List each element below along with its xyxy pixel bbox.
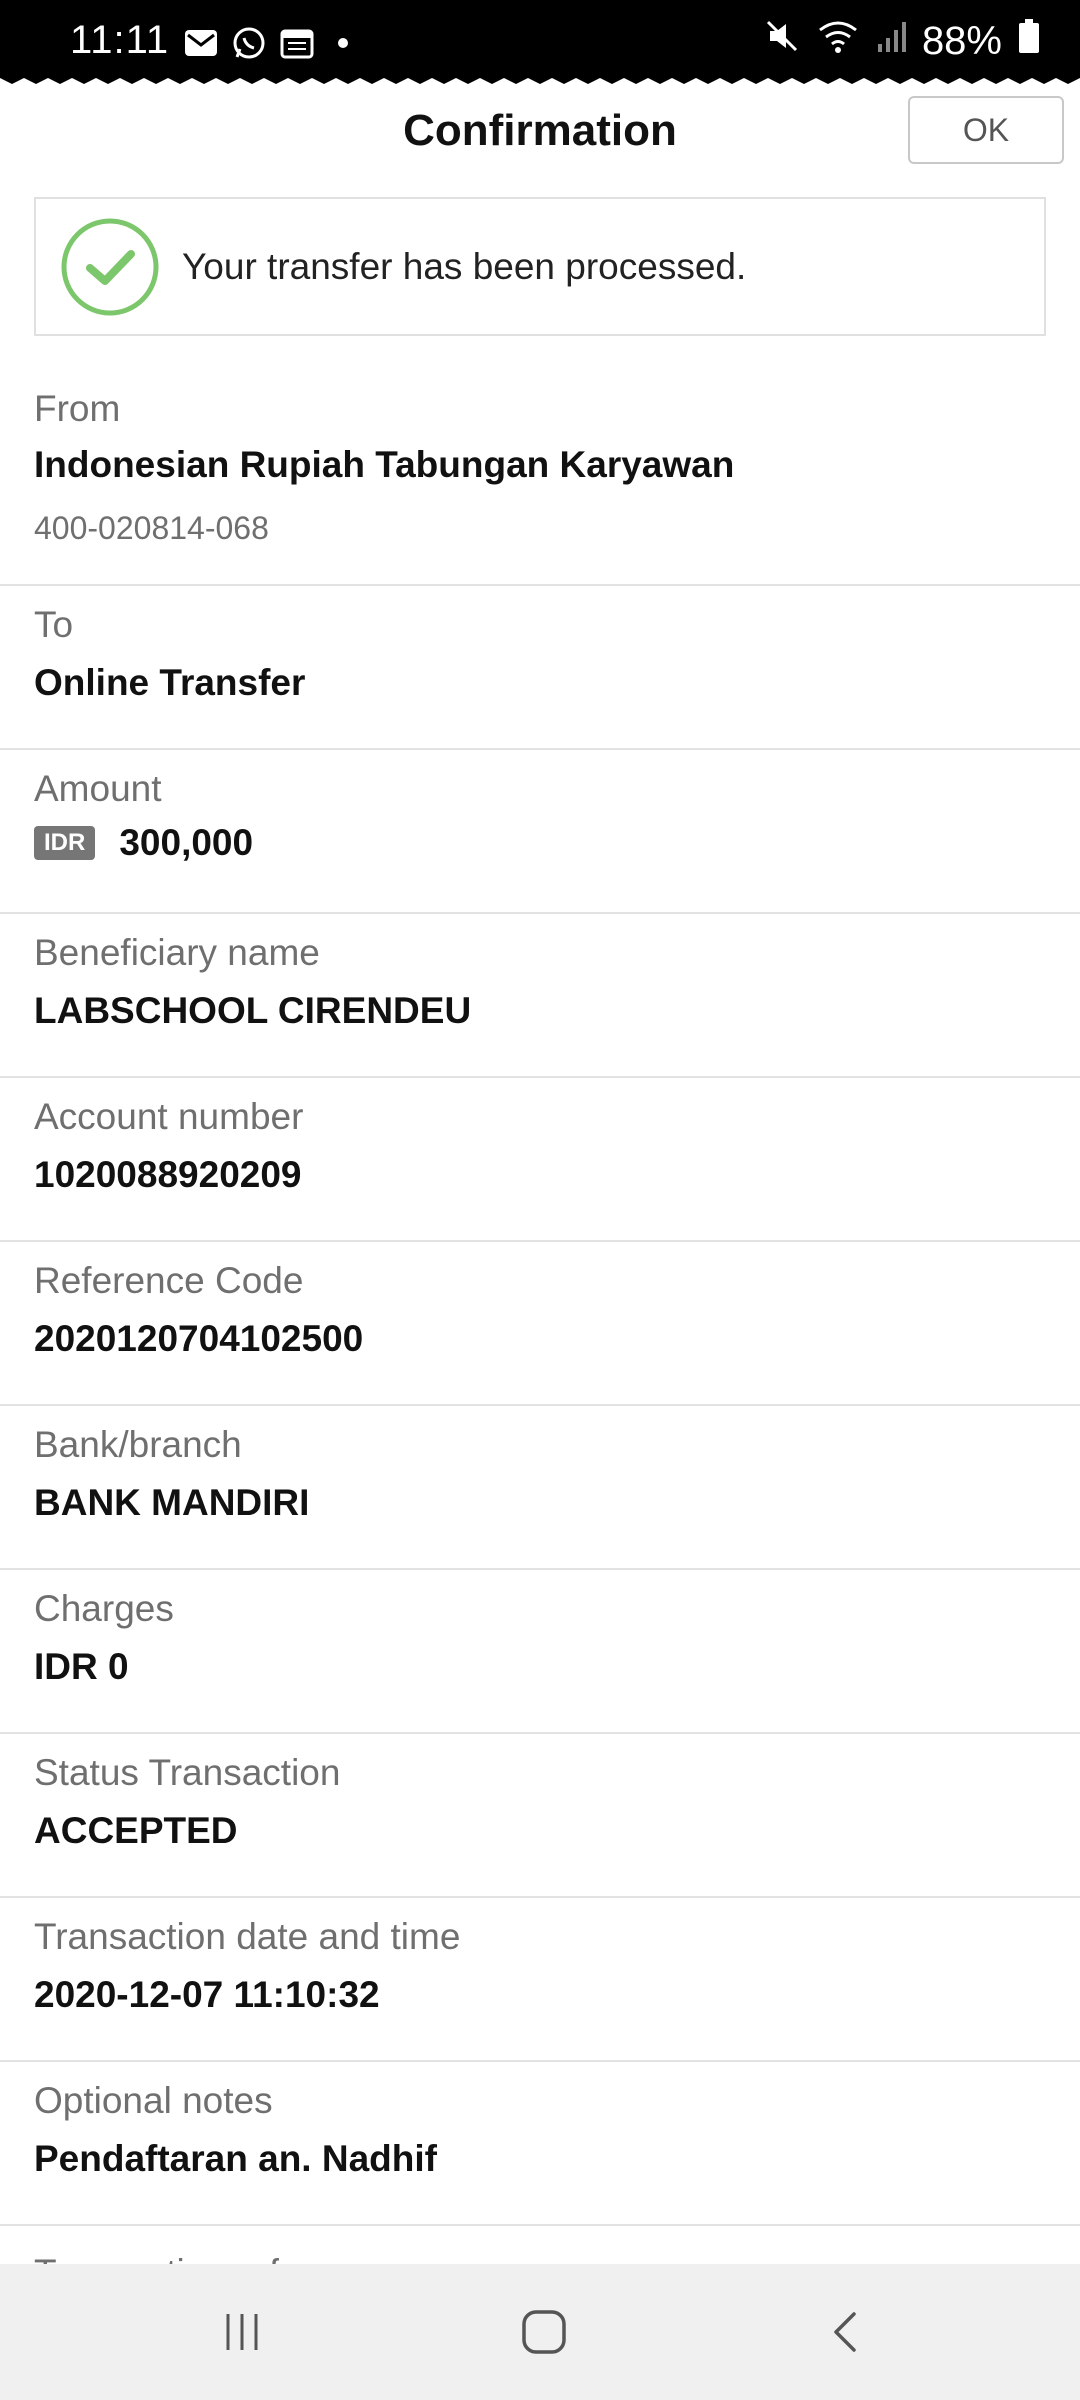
dot-icon: [328, 28, 358, 63]
amount-value: 300,000: [119, 822, 254, 863]
notification-icons: [184, 26, 358, 65]
notes-value: Pendaftaran an. Nadhif: [34, 2138, 437, 2179]
mute-icon: [764, 18, 800, 64]
back-icon[interactable]: [816, 2302, 876, 2362]
success-message-box: Your transfer has been processed.: [34, 197, 1046, 336]
reference-code-label: Reference Code: [34, 1260, 304, 1301]
beneficiary-label: Beneficiary name: [34, 932, 320, 973]
calendar-icon: [280, 27, 314, 64]
detail-row-from: From Indonesian Rupiah Tabungan Karyawan…: [0, 370, 1080, 586]
battery-text: 88%: [921, 18, 1002, 63]
account-number-value: 1020088920209: [34, 1154, 302, 1195]
detail-row-beneficiary: Beneficiary name LABSCHOOL CIRENDEU: [0, 914, 1080, 1078]
detail-row-notes: Optional notes Pendaftaran an. Nadhif: [0, 2062, 1080, 2226]
detail-row-status: Status Transaction ACCEPTED: [0, 1734, 1080, 1898]
status-bar: 11:11 88%: [0, 0, 1080, 78]
header-edge: [0, 74, 1080, 84]
from-account-number: 400-020814-068: [34, 510, 269, 546]
signal-icon: [876, 18, 906, 64]
to-label: To: [34, 604, 74, 645]
header: Confirmation OK: [0, 86, 1080, 186]
charges-value: IDR 0: [34, 1646, 129, 1687]
beneficiary-value: LABSCHOOL CIRENDEU: [34, 990, 472, 1031]
status-label: Status Transaction: [34, 1752, 341, 1793]
check-circle-icon: [60, 217, 160, 317]
transfer-details: From Indonesian Rupiah Tabungan Karyawan…: [0, 370, 1080, 2226]
ok-button[interactable]: OK: [908, 96, 1064, 164]
account-number-label: Account number: [34, 1096, 304, 1137]
detail-row-amount: Amount IDR 300,000: [0, 750, 1080, 914]
transaction-datetime-label: Transaction date and time: [34, 1916, 461, 1957]
detail-row-account-number: Account number 1020088920209: [0, 1078, 1080, 1242]
status-value: ACCEPTED: [34, 1810, 238, 1851]
recent-apps-icon[interactable]: [212, 2302, 272, 2362]
home-icon[interactable]: [514, 2302, 574, 2362]
detail-row-reference-code: Reference Code 2020120704102500: [0, 1242, 1080, 1406]
detail-row-to: To Online Transfer: [0, 586, 1080, 750]
transaction-datetime-value: 2020-12-07 11:10:32: [34, 1974, 380, 2015]
bank-branch-value: BANK MANDIRI: [34, 1482, 310, 1523]
to-value: Online Transfer: [34, 662, 306, 703]
battery-icon: [1018, 18, 1040, 64]
reference-code-value: 2020120704102500: [34, 1318, 364, 1359]
detail-row-transaction-datetime: Transaction date and time 2020-12-07 11:…: [0, 1898, 1080, 2062]
notes-label: Optional notes: [34, 2080, 273, 2121]
amount-line: IDR 300,000: [34, 822, 253, 864]
partial-row-label: Transaction ref: [34, 2248, 279, 2264]
charges-label: Charges: [34, 1588, 174, 1629]
from-label: From: [34, 388, 121, 429]
whatsapp-icon: [232, 26, 266, 65]
system-icons: 88%: [764, 18, 1040, 64]
detail-row-bank-branch: Bank/branch BANK MANDIRI: [0, 1406, 1080, 1570]
detail-row-charges: Charges IDR 0: [0, 1570, 1080, 1734]
currency-badge: IDR: [34, 826, 96, 860]
status-time: 11:11: [70, 18, 170, 62]
bank-branch-label: Bank/branch: [34, 1424, 242, 1465]
wifi-icon: [816, 18, 860, 64]
partial-label-text: Transaction ref: [34, 2248, 279, 2264]
amount-label: Amount: [34, 768, 162, 809]
navigation-bar: [0, 2264, 1080, 2400]
success-message: Your transfer has been processed.: [182, 245, 747, 287]
mail-icon: [184, 28, 218, 63]
from-value: Indonesian Rupiah Tabungan Karyawan: [34, 444, 735, 485]
